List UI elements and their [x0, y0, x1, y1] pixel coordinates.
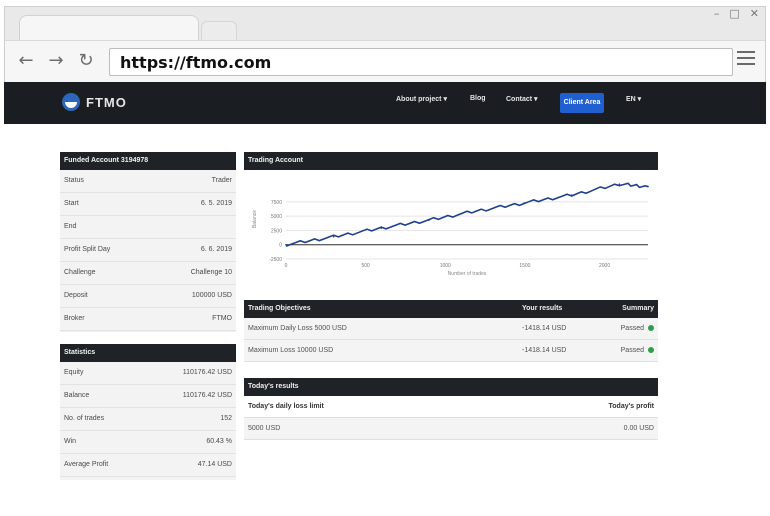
- status-dot-icon: [648, 325, 654, 331]
- status-dot-icon: [648, 347, 654, 353]
- objective-row: Maximum Loss 10000 USD -1418.14 USD Pass…: [244, 340, 658, 362]
- statistics-panel: Equity 110176.42 USD Balance 110176.42 USD…: [60, 362, 236, 480]
- browser-chrome: – □ ✕ ← → ↻ https://ftmo.com: [4, 6, 766, 82]
- today-title: Today's results: [248, 383, 299, 390]
- today-loss-limit: 5000 USD: [248, 425, 281, 432]
- today-row: 5000 USD 0.00 USD: [244, 418, 658, 440]
- y-tick-label: 7500: [271, 200, 282, 206]
- nav-contact[interactable]: Contact ▾: [506, 95, 538, 103]
- site-header: FTMO About project ▾ Blog Contact ▾ Clie…: [4, 82, 766, 124]
- data-point: [285, 243, 287, 246]
- x-tick-label: 1500: [519, 263, 530, 269]
- close-icon[interactable]: ✕: [750, 7, 759, 20]
- objective-result: -1418.14 USD: [522, 347, 567, 354]
- data-point: [475, 210, 478, 212]
- ftmo-logo-icon: [62, 93, 80, 111]
- brand-name: FTMO: [86, 94, 127, 110]
- account-row: Deposit 100000 USD: [60, 285, 236, 308]
- objectives-col-results: Your results: [522, 305, 563, 312]
- objective-name: Maximum Loss 10000 USD: [248, 347, 334, 354]
- balance-chart: 7500 5000 2500 0 -2500 0 500 1000 1500 2000 Number…: [244, 171, 658, 289]
- maximize-icon[interactable]: □: [729, 7, 739, 20]
- browser-toolbar: ← → ↻ https://ftmo.com: [5, 40, 765, 82]
- objective-name: Maximum Daily Loss 5000 USD: [248, 325, 347, 332]
- x-tick-label: 500: [361, 263, 370, 269]
- today-col-left: Today's daily loss limit: [248, 403, 324, 410]
- y-tick-label: -2500: [269, 257, 282, 263]
- objective-summary: Passed: [620, 325, 644, 332]
- account-panel-title: Funded Account 3194978: [60, 152, 236, 170]
- data-point: [647, 185, 649, 188]
- account-row: Broker FTMO: [60, 308, 236, 331]
- statistics-panel-title: Statistics: [60, 344, 236, 362]
- today-columns: Today's daily loss limit Today's profit: [244, 396, 658, 418]
- statistics-row: No. of trades 152: [60, 408, 236, 431]
- today-header: Today's results: [244, 378, 658, 396]
- nav-about[interactable]: About project ▾: [396, 95, 447, 103]
- objective-summary: Passed: [620, 347, 644, 354]
- new-tab-button[interactable]: [201, 21, 237, 41]
- statistics-row: Balance 110176.42 USD: [60, 385, 236, 408]
- x-axis-label: Number of trades: [448, 271, 487, 277]
- screenshot-frame: – □ ✕ ← → ↻ https://ftmo.com FTMO About …: [0, 0, 770, 516]
- y-tick-label: 0: [279, 243, 282, 249]
- back-arrow-icon[interactable]: ←: [15, 50, 37, 72]
- reload-icon[interactable]: ↻: [75, 50, 97, 72]
- client-area-button[interactable]: Client Area: [560, 93, 604, 113]
- language-selector[interactable]: EN ▾: [626, 95, 641, 103]
- balance-series-line: [285, 182, 649, 248]
- data-point: [380, 227, 383, 229]
- x-tick-label: 0: [285, 263, 288, 269]
- account-row: Start 6. 5. 2019: [60, 193, 236, 216]
- objective-result: -1418.14 USD: [522, 325, 567, 332]
- y-tick-label: 2500: [271, 228, 282, 234]
- y-axis-label: Balance: [252, 210, 258, 228]
- account-row: Challenge Challenge 10: [60, 262, 236, 285]
- objectives-col-summary: Summary: [622, 305, 654, 312]
- account-row: End: [60, 216, 236, 239]
- url-text: https://ftmo.com: [120, 53, 272, 72]
- browser-tab[interactable]: [19, 15, 199, 41]
- account-row: Profit Split Day 6. 6. 2019: [60, 239, 236, 262]
- balance-chart-svg: 7500500025000-25000 500 1000 1500 2000Number…: [252, 182, 649, 277]
- objective-row: Maximum Daily Loss 5000 USD -1418.14 USD…: [244, 318, 658, 340]
- statistics-row: Average Profit 47.14 USD: [60, 454, 236, 477]
- today-profit: 0.00 USD: [623, 425, 654, 432]
- address-bar[interactable]: https://ftmo.com: [109, 48, 733, 76]
- nav-blog[interactable]: Blog: [470, 95, 486, 102]
- y-tick-label: 5000: [271, 214, 282, 220]
- x-tick-label: 1000: [440, 263, 451, 269]
- window-controls: – □ ✕: [714, 7, 759, 20]
- statistics-row: Win 60.43 %: [60, 431, 236, 454]
- objectives-title: Trading Objectives: [248, 305, 311, 312]
- today-col-right: Today's profit: [608, 403, 654, 410]
- data-point: [618, 183, 621, 185]
- trading-account-title: Trading Account: [244, 152, 658, 170]
- account-panel: Status Trader Start 6. 5. 2019 End Profit …: [60, 170, 236, 332]
- site-logo[interactable]: FTMO: [62, 93, 127, 111]
- x-tick-label: 2000: [599, 263, 610, 269]
- account-row: Status Trader: [60, 170, 236, 193]
- menu-icon[interactable]: [737, 51, 755, 67]
- web-page: FTMO About project ▾ Blog Contact ▾ Clie…: [4, 82, 766, 516]
- data-point: [428, 219, 430, 221]
- objectives-header: Trading Objectives Your results Summary: [244, 300, 658, 318]
- data-point: [332, 235, 335, 238]
- minimize-icon[interactable]: –: [714, 7, 720, 20]
- data-point: [570, 194, 573, 196]
- data-point: [523, 202, 525, 204]
- statistics-row: Equity 110176.42 USD: [60, 362, 236, 385]
- forward-arrow-icon[interactable]: →: [45, 50, 67, 72]
